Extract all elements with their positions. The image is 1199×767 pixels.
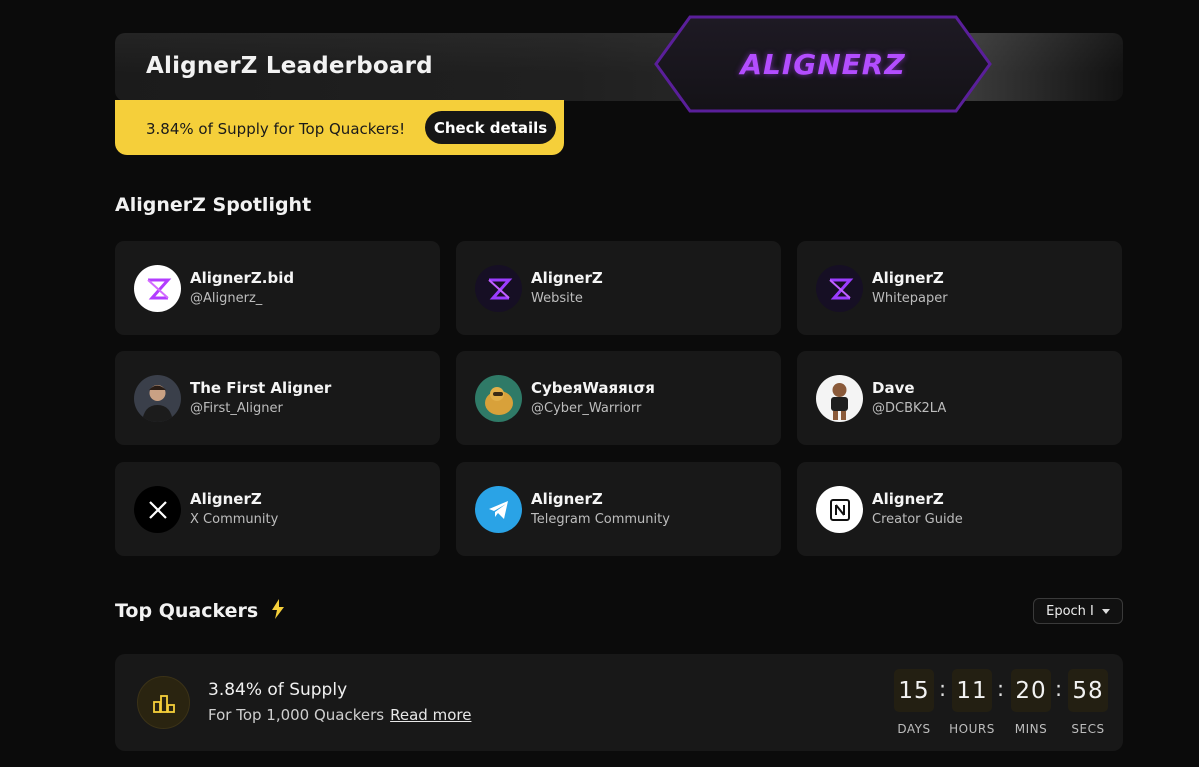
lightning-icon bbox=[271, 599, 285, 624]
spotlight-card-dave[interactable]: Dave @DCBK2LA bbox=[797, 351, 1122, 445]
secs-value: 58 bbox=[1068, 669, 1108, 712]
spotlight-card-creator-guide[interactable]: AlignerZ Creator Guide bbox=[797, 462, 1122, 556]
alignerz-logo: ALIGNERZ bbox=[654, 15, 992, 113]
supply-subtitle: For Top 1,000 Quackers Read more bbox=[208, 706, 471, 724]
timer-colon: : bbox=[997, 677, 1005, 701]
card-name: AlignerZ bbox=[190, 490, 262, 508]
card-handle: @Cyber_Warriorr bbox=[531, 401, 642, 416]
spotlight-card-cyber-warrior[interactable]: CуbeяWaяяισя @Cyber_Warriorr bbox=[456, 351, 781, 445]
card-name: AlignerZ bbox=[872, 490, 944, 508]
card-handle: @Alignerz_ bbox=[190, 291, 263, 306]
timer-colon: : bbox=[1055, 677, 1063, 701]
notion-icon bbox=[816, 486, 863, 533]
chevron-down-icon bbox=[1101, 608, 1110, 614]
card-handle: X Community bbox=[190, 512, 279, 527]
countdown-timer: 15 : 11 : 20 : 58 DAYS HOURS MINS SECS bbox=[893, 669, 1123, 749]
promo-text: 3.84% of Supply for Top Quackers! bbox=[146, 120, 406, 138]
epoch-select[interactable]: Epoch I bbox=[1033, 598, 1123, 624]
days-label: DAYS bbox=[897, 722, 931, 736]
spotlight-card-x-community[interactable]: AlignerZ X Community bbox=[115, 462, 440, 556]
card-name: The First Aligner bbox=[190, 379, 332, 397]
card-name: AlignerZ bbox=[872, 269, 944, 287]
check-details-button[interactable]: Check details bbox=[425, 111, 556, 144]
logo-wordmark: ALIGNERZ bbox=[740, 47, 906, 81]
podium-icon bbox=[137, 676, 190, 729]
timer-colon: : bbox=[939, 677, 947, 701]
user-avatar bbox=[475, 375, 522, 422]
x-icon bbox=[134, 486, 181, 533]
alignerz-logo-icon bbox=[134, 265, 181, 312]
hours-value: 11 bbox=[952, 669, 992, 712]
mins-value: 20 bbox=[1011, 669, 1051, 712]
card-handle: Creator Guide bbox=[872, 512, 963, 527]
mins-label: MINS bbox=[1014, 722, 1048, 736]
epoch-selected-value: Epoch I bbox=[1046, 603, 1094, 619]
supply-promo-bar: 3.84% of Supply for Top Quackers! Check … bbox=[115, 100, 564, 155]
card-handle: @DCBK2LA bbox=[872, 401, 947, 416]
spotlight-card-alignerz-bid[interactable]: AlignerZ.bid @Alignerz_ bbox=[115, 241, 440, 335]
card-name: CуbeяWaяяισя bbox=[531, 379, 655, 397]
alignerz-logo-icon bbox=[475, 265, 522, 312]
read-more-link[interactable]: Read more bbox=[390, 706, 471, 724]
card-handle: Whitepaper bbox=[872, 291, 948, 306]
alignerz-logo-icon bbox=[816, 265, 863, 312]
card-name: AlignerZ bbox=[531, 490, 603, 508]
days-value: 15 bbox=[894, 669, 934, 712]
spotlight-card-telegram[interactable]: AlignerZ Telegram Community bbox=[456, 462, 781, 556]
spotlight-title: AlignerZ Spotlight bbox=[115, 194, 312, 216]
card-handle: @First_Aligner bbox=[190, 401, 283, 416]
page-title: AlignerZ Leaderboard bbox=[146, 53, 433, 79]
user-avatar bbox=[816, 375, 863, 422]
card-handle: Telegram Community bbox=[531, 512, 670, 527]
top-quackers-title: Top Quackers bbox=[115, 599, 285, 624]
spotlight-card-whitepaper[interactable]: AlignerZ Whitepaper bbox=[797, 241, 1122, 335]
secs-label: SECS bbox=[1071, 722, 1105, 736]
supply-subtitle-text: For Top 1,000 Quackers bbox=[208, 706, 385, 724]
hours-label: HOURS bbox=[949, 722, 995, 736]
card-name: AlignerZ bbox=[531, 269, 603, 287]
spotlight-card-first-aligner[interactable]: The First Aligner @First_Aligner bbox=[115, 351, 440, 445]
card-name: AlignerZ.bid bbox=[190, 269, 295, 287]
supply-title: 3.84% of Supply bbox=[208, 680, 348, 700]
user-avatar bbox=[134, 375, 181, 422]
top-quackers-label: Top Quackers bbox=[115, 600, 259, 622]
card-name: Dave bbox=[872, 379, 915, 397]
telegram-icon bbox=[475, 486, 522, 533]
supply-info-card: 3.84% of Supply For Top 1,000 Quackers Re… bbox=[115, 654, 1123, 751]
card-handle: Website bbox=[531, 291, 583, 306]
spotlight-card-website[interactable]: AlignerZ Website bbox=[456, 241, 781, 335]
